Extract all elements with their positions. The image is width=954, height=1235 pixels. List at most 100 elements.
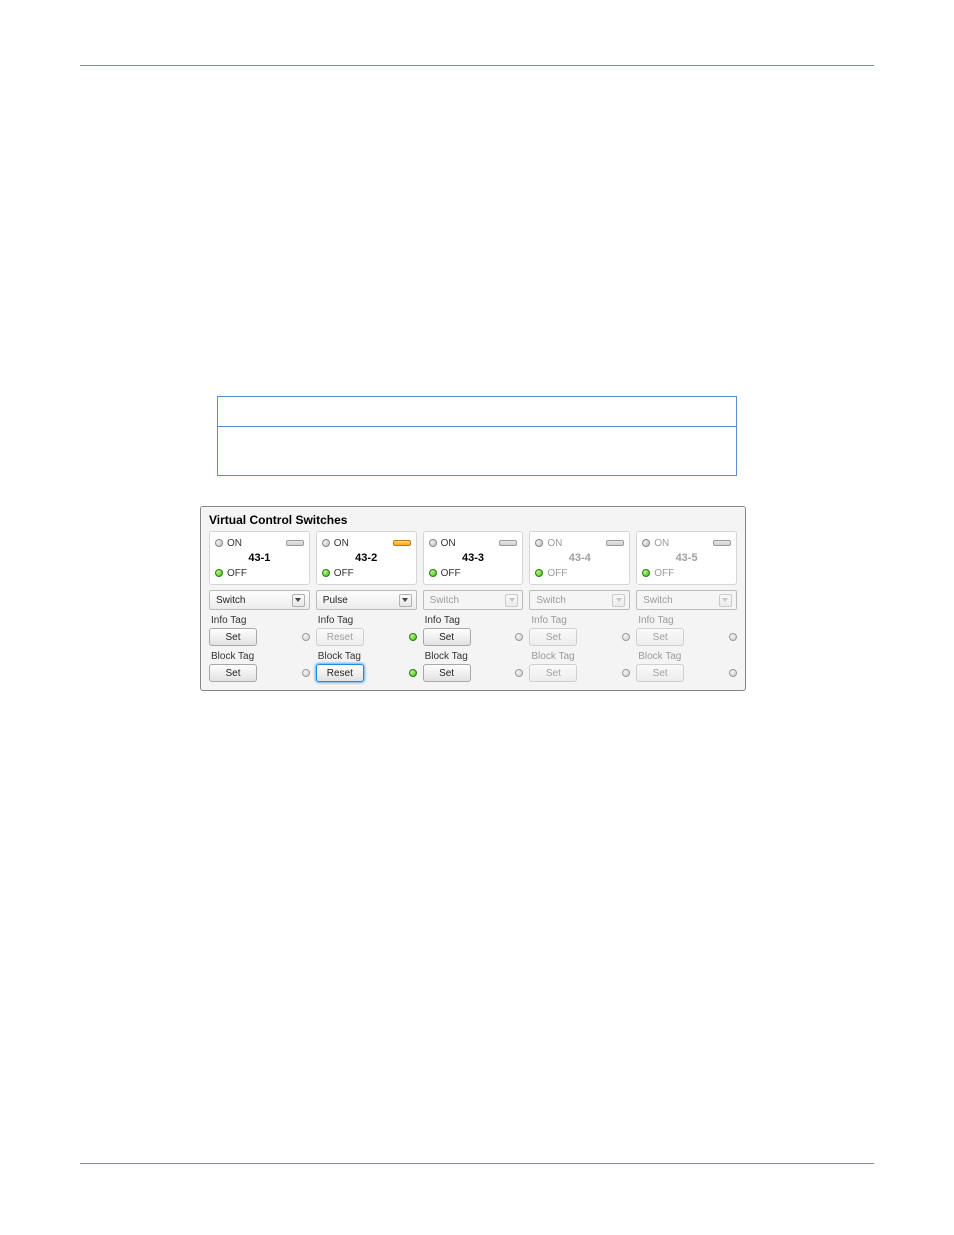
switch-col-1: ON 43-1 OFF Switch [209,531,310,682]
status-dot-icon [729,633,737,641]
mode-select-1[interactable]: Switch [209,590,310,610]
mode-value: Switch [430,595,459,606]
status-dot-icon [622,633,630,641]
block-tag-reset-button-2[interactable]: Reset [316,664,364,682]
status-dot-icon [302,633,310,641]
info-tag-group-3: Info Tag Set [423,615,524,646]
chevron-down-icon [505,594,518,607]
note-header [218,397,736,427]
chevron-down-icon [399,594,412,607]
off-label: OFF [334,568,354,579]
switch-card-2: ON 43-2 OFF [316,531,417,585]
switch-card-3: ON 43-3 OFF [423,531,524,585]
mode-select-5: Switch [636,590,737,610]
mode-value: Switch [216,595,245,606]
switch-col-5: ON 43-5 OFF Switch [636,531,737,682]
off-led-icon [322,569,330,577]
mode-value: Switch [643,595,672,606]
on-led-icon [322,539,330,547]
slot-icon [499,540,517,546]
off-led-icon [429,569,437,577]
info-tag-group-5: Info Tag Set [636,615,737,646]
off-label: OFF [227,568,247,579]
off-led-icon [215,569,223,577]
block-tag-group-3: Block Tag Set [423,651,524,682]
block-tag-group-5: Block Tag Set [636,651,737,682]
block-tag-label: Block Tag [423,651,524,662]
slot-icon [286,540,304,546]
mode-select-4: Switch [529,590,630,610]
switch-col-4: ON 43-4 OFF Switch [529,531,630,682]
on-led-icon [215,539,223,547]
block-tag-label: Block Tag [316,651,417,662]
block-tag-label: Block Tag [209,651,310,662]
status-dot-icon [409,633,417,641]
on-led-icon [642,539,650,547]
info-tag-set-button-4: Set [529,628,577,646]
mode-value: Switch [536,595,565,606]
mode-value: Pulse [323,595,348,606]
status-dot-icon [729,669,737,677]
info-tag-label: Info Tag [423,615,524,626]
on-label: ON [441,538,456,549]
switch-card-1: ON 43-1 OFF [209,531,310,585]
top-divider [80,65,874,66]
block-tag-group-1: Block Tag Set [209,651,310,682]
chevron-down-icon [719,594,732,607]
info-tag-label: Info Tag [316,615,417,626]
status-dot-icon [302,669,310,677]
block-tag-set-button-1[interactable]: Set [209,664,257,682]
block-tag-label: Block Tag [529,651,630,662]
on-label: ON [547,538,562,549]
slot-icon [606,540,624,546]
on-led-icon [429,539,437,547]
info-tag-label: Info Tag [529,615,630,626]
status-dot-icon [515,633,523,641]
switch-id: 43-2 [322,550,411,566]
off-label: OFF [441,568,461,579]
switch-col-2: ON 43-2 OFF Pulse [316,531,417,682]
mode-select-2[interactable]: Pulse [316,590,417,610]
off-label: OFF [654,568,674,579]
info-tag-set-button-1[interactable]: Set [209,628,257,646]
chevron-down-icon [292,594,305,607]
off-label: OFF [547,568,567,579]
block-tag-group-4: Block Tag Set [529,651,630,682]
info-tag-group-2: Info Tag Reset [316,615,417,646]
block-tag-group-2: Block Tag Reset [316,651,417,682]
panel-title: Virtual Control Switches [209,513,737,527]
virtual-control-switches-panel: Virtual Control Switches ON 43-1 [200,506,746,691]
block-tag-label: Block Tag [636,651,737,662]
switch-card-4: ON 43-4 OFF [529,531,630,585]
off-led-icon [535,569,543,577]
info-tag-group-4: Info Tag Set [529,615,630,646]
status-dot-icon [409,669,417,677]
switch-col-3: ON 43-3 OFF Switch [423,531,524,682]
block-tag-set-button-4: Set [529,664,577,682]
on-label: ON [334,538,349,549]
on-label: ON [227,538,242,549]
bottom-divider [80,1163,874,1164]
info-tag-set-button-5: Set [636,628,684,646]
block-tag-set-button-5: Set [636,664,684,682]
status-dot-icon [622,669,630,677]
chevron-down-icon [612,594,625,607]
on-label: ON [654,538,669,549]
info-tag-reset-button-2[interactable]: Reset [316,628,364,646]
switch-id: 43-4 [535,550,624,566]
block-tag-set-button-3[interactable]: Set [423,664,471,682]
on-led-icon [535,539,543,547]
off-led-icon [642,569,650,577]
info-tag-set-button-3[interactable]: Set [423,628,471,646]
slot-icon [713,540,731,546]
status-dot-icon [515,669,523,677]
mode-select-3[interactable]: Switch [423,590,524,610]
info-tag-label: Info Tag [209,615,310,626]
switch-id: 43-3 [429,550,518,566]
switches-row: ON 43-1 OFF Switch [209,531,737,682]
slot-icon [393,540,411,546]
switch-id: 43-5 [642,550,731,566]
info-tag-group-1: Info Tag Set [209,615,310,646]
switch-card-5: ON 43-5 OFF [636,531,737,585]
info-tag-label: Info Tag [636,615,737,626]
